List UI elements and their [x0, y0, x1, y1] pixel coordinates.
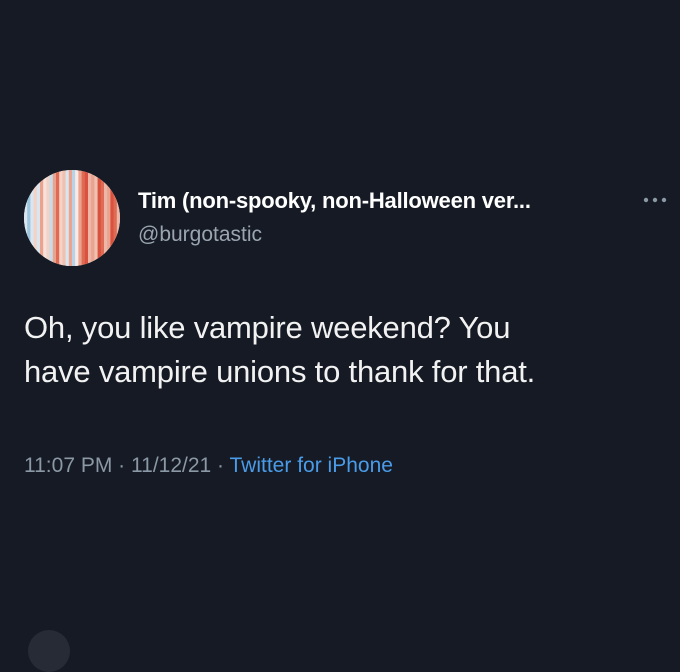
meta-separator: ·	[217, 454, 225, 477]
avatar-stripe	[40, 170, 44, 266]
avatar-stripe	[78, 170, 82, 266]
avatar-stripe	[113, 170, 118, 266]
avatar-stripe	[43, 170, 47, 266]
avatar[interactable]	[24, 170, 120, 266]
display-name[interactable]: Tim (non-spooky, non-Halloween ver...	[138, 188, 531, 214]
avatar-stripe	[88, 170, 92, 266]
tweet-text: Oh, you like vampire weekend? You have v…	[24, 306, 664, 394]
avatar-stripe	[62, 170, 66, 266]
avatar-stripe	[72, 170, 76, 266]
avatar-stripe	[56, 170, 60, 266]
tweet-meta: 11:07 PM · 11/12/21 · Twitter for iPhone	[24, 454, 393, 478]
tweet-source-link[interactable]: Twitter for iPhone	[230, 454, 393, 477]
avatar-stripe	[75, 170, 79, 266]
user-handle[interactable]: @burgotastic	[138, 223, 262, 247]
avatar-stripe	[84, 170, 89, 266]
avatar-stripe	[33, 170, 38, 266]
tweet-date[interactable]: 11/12/21	[131, 454, 211, 477]
tweet-time[interactable]: 11:07 PM	[24, 454, 112, 477]
corner-button[interactable]	[28, 630, 70, 672]
avatar-stripe	[104, 170, 108, 266]
avatar-stripe	[52, 170, 57, 266]
avatar-stripe	[24, 170, 28, 266]
tweet-text-line: have vampire unions to thank for that.	[24, 354, 536, 389]
avatar-stripe	[97, 170, 102, 266]
avatar-stripe	[49, 170, 54, 266]
avatar-stripe	[94, 170, 98, 266]
avatar-stripe	[116, 170, 120, 266]
avatar-stripe	[81, 170, 86, 266]
avatar-stripe	[46, 170, 50, 266]
tweet-card: Tim (non-spooky, non-Halloween ver... @b…	[0, 0, 680, 672]
avatar-stripe	[68, 170, 73, 266]
avatar-stripe	[100, 170, 105, 266]
avatar-stripe	[65, 170, 70, 266]
avatar-stripe	[107, 170, 111, 266]
meta-separator: ·	[118, 454, 126, 477]
avatar-stripes-image	[24, 170, 120, 266]
avatar-stripe	[27, 170, 31, 266]
tweet-text-line: Oh, you like vampire weekend? You	[24, 310, 511, 345]
avatar-stripe	[36, 170, 41, 266]
avatar-stripe	[30, 170, 34, 266]
avatar-stripe	[91, 170, 95, 266]
more-options-icon[interactable]	[640, 190, 670, 210]
avatar-stripe	[110, 170, 114, 266]
avatar-stripe	[59, 170, 63, 266]
